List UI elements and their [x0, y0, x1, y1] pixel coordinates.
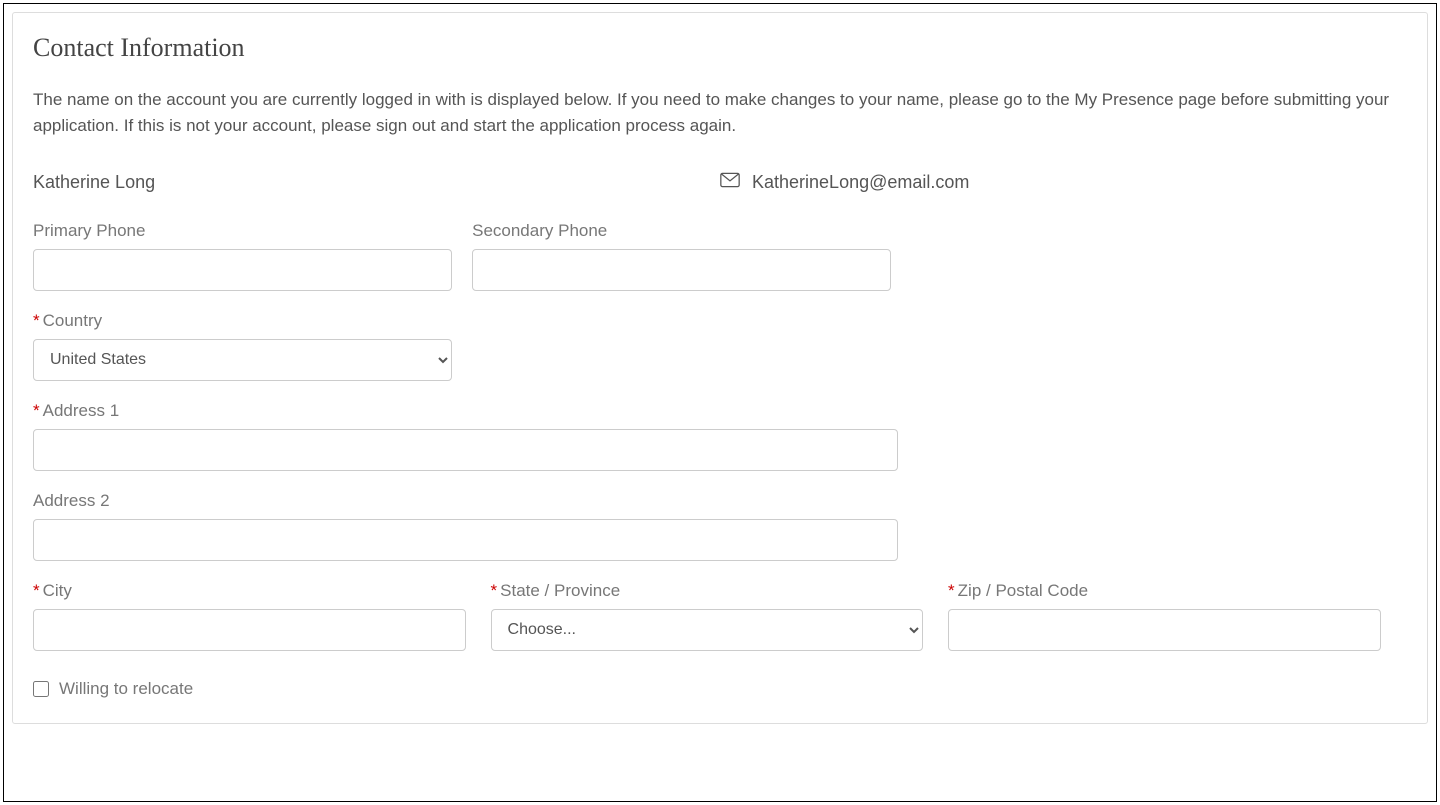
- country-label: *Country: [33, 311, 452, 331]
- secondary-phone-label: Secondary Phone: [472, 221, 891, 241]
- secondary-phone-input[interactable]: [472, 249, 891, 291]
- primary-phone-label: Primary Phone: [33, 221, 452, 241]
- city-label: *City: [33, 581, 466, 601]
- zip-label-text: Zip / Postal Code: [958, 581, 1088, 600]
- address2-input[interactable]: [33, 519, 898, 561]
- city-label-text: City: [43, 581, 72, 600]
- relocate-label: Willing to relocate: [59, 679, 193, 699]
- outer-frame: Contact Information The name on the acco…: [3, 3, 1437, 802]
- address2-group: Address 2: [33, 491, 898, 561]
- account-email-block: KatherineLong@email.com: [720, 172, 1407, 193]
- state-label: *State / Province: [491, 581, 924, 601]
- city-group: *City: [33, 581, 466, 651]
- required-asterisk: *: [948, 581, 955, 600]
- city-input[interactable]: [33, 609, 466, 651]
- required-asterisk: *: [33, 401, 40, 420]
- country-select[interactable]: United States: [33, 339, 452, 381]
- state-select[interactable]: Choose...: [491, 609, 924, 651]
- zip-label: *Zip / Postal Code: [948, 581, 1381, 601]
- required-asterisk: *: [33, 581, 40, 600]
- primary-phone-input[interactable]: [33, 249, 452, 291]
- country-label-text: Country: [43, 311, 103, 330]
- address1-label: *Address 1: [33, 401, 898, 421]
- relocate-checkbox[interactable]: [33, 681, 49, 697]
- relocate-row: Willing to relocate: [33, 679, 1407, 699]
- state-label-text: State / Province: [500, 581, 620, 600]
- section-title: Contact Information: [33, 33, 1407, 63]
- account-email: KatherineLong@email.com: [752, 172, 969, 193]
- address1-input[interactable]: [33, 429, 898, 471]
- secondary-phone-group: Secondary Phone: [472, 221, 891, 291]
- required-asterisk: *: [33, 311, 40, 330]
- country-group: *Country United States: [33, 311, 452, 381]
- envelope-icon: [720, 172, 740, 193]
- zip-group: *Zip / Postal Code: [948, 581, 1381, 651]
- state-group: *State / Province Choose...: [491, 581, 924, 651]
- zip-input[interactable]: [948, 609, 1381, 651]
- contact-information-panel: Contact Information The name on the acco…: [12, 12, 1428, 724]
- address2-label: Address 2: [33, 491, 898, 511]
- identity-row: Katherine Long KatherineLong@email.com: [33, 172, 1407, 193]
- required-asterisk: *: [491, 581, 498, 600]
- primary-phone-group: Primary Phone: [33, 221, 452, 291]
- section-description: The name on the account you are currentl…: [33, 87, 1407, 140]
- account-name: Katherine Long: [33, 172, 720, 193]
- address1-group: *Address 1: [33, 401, 898, 471]
- address1-label-text: Address 1: [43, 401, 120, 420]
